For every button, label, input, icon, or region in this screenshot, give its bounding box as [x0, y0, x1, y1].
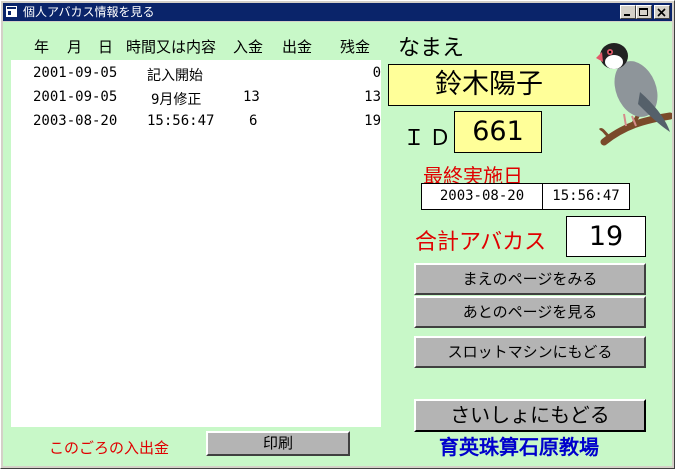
total-label: 合計アバカス — [415, 230, 547, 255]
maximize-button[interactable] — [636, 5, 652, 19]
prev-page-button[interactable]: まえのページをみる — [414, 263, 646, 295]
last-time-field: 15:56:47 — [542, 183, 630, 210]
header-deposit: 入金 — [233, 38, 264, 56]
last-date-field: 2003-08-20 — [421, 183, 543, 210]
row-balance: 0 — [372, 65, 381, 81]
list-item[interactable]: 2003-08-20 15:56:47 6 19 — [11, 110, 381, 132]
row-balance: 19 — [364, 113, 381, 129]
header-year: 年 — [34, 38, 50, 56]
header-withdrawal: 出金 — [282, 38, 313, 56]
list-item[interactable]: 2001-09-05 9月修正 13 13 — [11, 86, 381, 108]
slot-machine-button[interactable]: スロットマシンにもどる — [414, 336, 646, 368]
total-field: 19 — [566, 216, 646, 257]
window-app-icon — [6, 6, 17, 17]
name-field: 鈴木陽子 — [388, 64, 590, 106]
school-name: 育英珠算石原教場 — [439, 435, 599, 459]
java-sparrow-bird-icon — [596, 43, 672, 146]
row-date: 2003-08-20 — [33, 113, 118, 129]
id-label: ＩＤ — [403, 126, 456, 151]
title-bar[interactable]: 個人アバカス情報を見る — [3, 3, 672, 21]
return-to-start-button[interactable]: さいしょにもどる — [414, 399, 646, 432]
row-content: 9月修正 — [151, 92, 202, 108]
row-deposit: 13 — [243, 89, 260, 105]
header-time-or-content: 時間又は内容 — [126, 38, 217, 56]
header-month: 月 — [67, 38, 83, 56]
maximize-icon — [639, 8, 648, 16]
close-icon — [657, 8, 666, 17]
minimize-icon — [624, 14, 630, 16]
name-label: なまえ — [398, 36, 465, 61]
id-field: 661 — [454, 111, 542, 153]
close-button[interactable] — [654, 5, 670, 19]
window-title: 個人アバカス情報を見る — [23, 5, 155, 19]
list-item[interactable]: 2001-09-05 記入開始 0 — [11, 62, 381, 84]
header-balance: 残金 — [340, 38, 371, 56]
app-window: 個人アバカス情報を見る 年 月 日 時間又は内容 入金 出金 残金 2001-0… — [0, 0, 675, 469]
recent-transactions-label: このごろの入出金 — [49, 439, 170, 457]
minimize-button[interactable] — [620, 5, 636, 19]
row-date: 2001-09-05 — [33, 65, 118, 81]
row-deposit: 6 — [249, 113, 258, 129]
header-day: 日 — [98, 38, 114, 56]
row-content: 記入開始 — [147, 68, 203, 84]
transaction-list[interactable]: 2001-09-05 記入開始 0 2001-09-05 9月修正 13 13 … — [11, 60, 381, 427]
row-date: 2001-09-05 — [33, 89, 118, 105]
next-page-button[interactable]: あとのページを見る — [414, 296, 646, 328]
row-content: 15:56:47 — [147, 113, 215, 129]
client-area: 年 月 日 時間又は内容 入金 出金 残金 2001-09-05 記入開始 0 … — [3, 22, 672, 466]
print-button[interactable]: 印刷 — [206, 431, 350, 456]
row-balance: 13 — [364, 89, 381, 105]
